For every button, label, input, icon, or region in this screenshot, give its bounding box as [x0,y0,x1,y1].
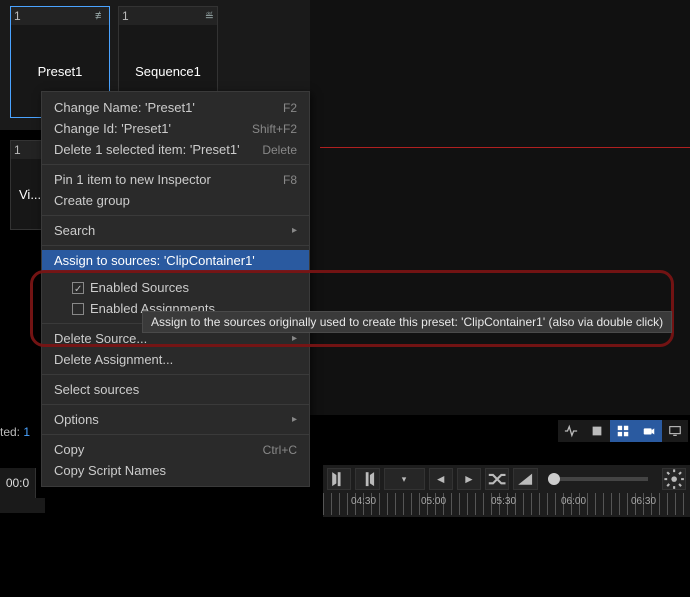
zoom-slider[interactable] [548,477,648,481]
timeline-controls: ▾ ◄ ► [323,465,690,493]
menu-change-id[interactable]: Change Id: 'Preset1' Shift+F2 [42,118,309,139]
ruler-tick: 04:30 [351,496,376,507]
slider-knob[interactable] [548,473,560,485]
ruler-tick: 05:00 [421,496,446,507]
menu-assign-to-sources[interactable]: Assign to sources: 'ClipContainer1' [42,250,309,271]
tile-index: 1 [14,143,21,157]
menu-separator [42,374,309,375]
view-toolbar [558,420,688,442]
menu-separator [42,434,309,435]
tooltip: Assign to the sources originally used to… [142,311,672,333]
menu-pin-inspector[interactable]: Pin 1 item to new Inspector F8 [42,169,309,190]
timecode-display[interactable]: 00:0 [0,468,36,498]
checkbox-checked-icon [72,282,84,294]
tile-index: 1 [14,9,21,23]
grid-icon[interactable] [610,420,636,442]
menu-select-sources[interactable]: Select sources [42,379,309,400]
checkbox-unchecked-icon [72,303,84,315]
square-icon[interactable] [584,420,610,442]
status-selected: ted: 1 [0,425,30,439]
sequence-icon: ≝ [205,10,214,23]
menu-separator [42,215,309,216]
camera-icon[interactable] [636,420,662,442]
playhead-line [320,147,690,148]
shuffle-button[interactable] [485,468,509,490]
menu-copy[interactable]: Copy Ctrl+C [42,439,309,460]
settings-gear-icon[interactable] [662,468,686,490]
menu-separator [42,245,309,246]
chevron-right-icon: ▸ [292,414,297,425]
sliders-icon: ≢ [95,10,106,22]
chevron-right-icon: ▸ [292,333,297,344]
ruler-left-fragment [0,498,45,513]
activity-icon[interactable] [558,420,584,442]
contrast-button[interactable] [513,468,537,490]
mark-out-button[interactable] [355,468,379,490]
menu-create-group[interactable]: Create group [42,190,309,211]
menu-copy-script-names[interactable]: Copy Script Names [42,460,309,481]
next-button[interactable]: ► [457,468,481,490]
menu-separator [42,404,309,405]
ruler-tick: 06:00 [561,496,586,507]
ruler-tick: 05:30 [491,496,516,507]
chevron-right-icon: ▸ [292,225,297,236]
context-menu: Change Name: 'Preset1' F2 Change Id: 'Pr… [41,91,310,487]
menu-delete-assignment[interactable]: Delete Assignment... [42,349,309,370]
menu-search[interactable]: Search ▸ [42,220,309,241]
prev-button[interactable]: ◄ [429,468,453,490]
time-ruler[interactable]: 04:30 05:00 05:30 06:00 06:30 [323,493,690,515]
preview-area [310,0,690,415]
monitor-icon[interactable] [662,420,688,442]
menu-options[interactable]: Options ▸ [42,409,309,430]
menu-separator [42,164,309,165]
mark-in-button[interactable] [327,468,351,490]
menu-enabled-sources[interactable]: Enabled Sources [42,277,309,298]
range-dropdown[interactable]: ▾ [384,468,425,490]
tile-index: 1 [122,9,129,23]
timeline: ▾ ◄ ► 04:30 05:00 05:30 06:00 06:30 [323,465,690,517]
menu-change-name[interactable]: Change Name: 'Preset1' F2 [42,97,309,118]
ruler-tick: 06:30 [631,496,656,507]
menu-delete-selected[interactable]: Delete 1 selected item: 'Preset1' Delete [42,139,309,160]
